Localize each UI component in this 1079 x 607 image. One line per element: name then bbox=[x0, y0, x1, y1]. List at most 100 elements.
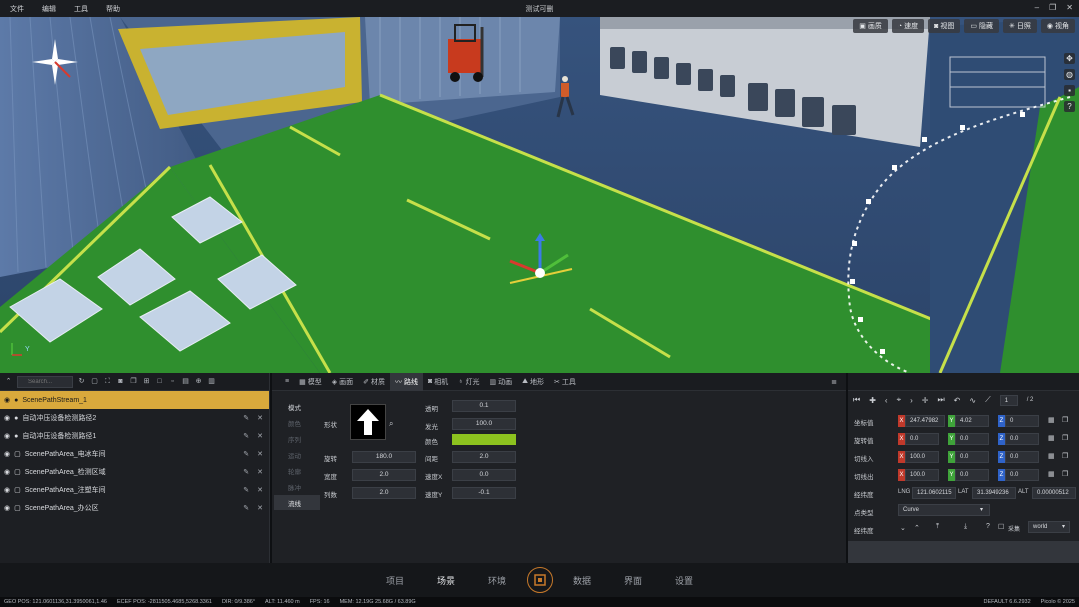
nav-scene[interactable]: 场景 bbox=[421, 574, 472, 587]
panel-menu[interactable]: ≣ bbox=[826, 373, 842, 391]
fit-icon[interactable]: ⛶ bbox=[103, 377, 112, 386]
focus-icon[interactable]: ⌖ bbox=[897, 395, 902, 405]
layout-icon[interactable]: ▤ bbox=[181, 377, 190, 386]
first-icon[interactable]: ⏮ bbox=[853, 395, 860, 405]
menu-tools[interactable]: 工具 bbox=[74, 4, 88, 14]
rotate-field[interactable]: 180.0 bbox=[352, 451, 416, 463]
mode-item[interactable]: 脉冲 bbox=[274, 479, 320, 494]
camera-icon[interactable]: ◙ bbox=[116, 377, 125, 386]
refresh-icon[interactable]: ↻ bbox=[77, 377, 86, 386]
next-icon[interactable]: › bbox=[910, 396, 913, 405]
delete-icon[interactable]: ✕ bbox=[257, 486, 263, 494]
square-outline-icon[interactable]: ▫ bbox=[168, 377, 177, 386]
mode-item[interactable]: 颜色 bbox=[274, 415, 320, 430]
alt-field[interactable]: 0.00000512 bbox=[1032, 487, 1076, 499]
position-x-field[interactable]: 247.47982 bbox=[905, 415, 945, 427]
eye-icon[interactable]: ◉ bbox=[4, 396, 10, 404]
color-swatch[interactable] bbox=[452, 434, 516, 445]
view-button[interactable]: ◙ 视图 bbox=[928, 19, 961, 33]
move-icon[interactable]: ✥ bbox=[1064, 53, 1075, 64]
eye-icon[interactable]: ◉ bbox=[4, 450, 10, 458]
speed-y-field[interactable]: -0.1 bbox=[452, 487, 516, 499]
search-icon[interactable]: ⌕ bbox=[389, 419, 393, 429]
nav-settings[interactable]: 设置 bbox=[659, 574, 710, 587]
copy-icon[interactable]: ❐ bbox=[129, 377, 138, 386]
chevron-down-icon[interactable]: ⌄ bbox=[900, 524, 906, 532]
tab-route[interactable]: 〰路线 bbox=[389, 372, 423, 391]
eye-icon[interactable]: ◉ bbox=[4, 486, 10, 494]
tree-item[interactable]: ◉ ● 自动冲压设备检测路径1 ✎ ✕ bbox=[0, 427, 269, 445]
delete-icon[interactable]: ✕ bbox=[257, 450, 263, 458]
tree-item[interactable]: ◉ ▢ ScenePathArea_办公区 ✎ ✕ bbox=[0, 499, 269, 517]
opacity-field[interactable]: 0.1 bbox=[452, 400, 516, 412]
mode-item[interactable]: 轮廓 bbox=[274, 463, 320, 478]
nav-project[interactable]: 项目 bbox=[370, 574, 421, 587]
tangent-in-z-field[interactable]: 0.0 bbox=[1005, 451, 1039, 463]
minimize-icon[interactable]: – bbox=[1035, 3, 1039, 12]
close-icon[interactable]: ✕ bbox=[1066, 3, 1073, 12]
menu-file[interactable]: 文件 bbox=[10, 4, 24, 14]
record-icon[interactable]: ▪ bbox=[1064, 85, 1075, 96]
edit-icon[interactable]: ✎ bbox=[243, 486, 249, 494]
delete-icon[interactable]: ✕ bbox=[257, 468, 263, 476]
square-icon[interactable]: □ bbox=[155, 377, 164, 386]
grid-icon[interactable]: ▦ bbox=[1048, 452, 1055, 460]
delete-icon[interactable]: ✕ bbox=[257, 414, 263, 422]
eye-icon[interactable]: ◉ bbox=[4, 432, 10, 440]
maximize-icon[interactable]: ❐ bbox=[1049, 3, 1056, 12]
rotation-y-field[interactable]: 0.0 bbox=[955, 433, 989, 445]
add-point-icon[interactable]: ✚ bbox=[869, 396, 876, 405]
grid-icon[interactable]: ⊞ bbox=[142, 377, 151, 386]
position-y-field[interactable]: 4.02 bbox=[955, 415, 989, 427]
tangent-in-x-field[interactable]: 100.0 bbox=[905, 451, 939, 463]
rotation-x-field[interactable]: 0.0 bbox=[905, 433, 939, 445]
rotation-z-field[interactable]: 0.0 bbox=[1005, 433, 1039, 445]
last-icon[interactable]: ⏭ bbox=[937, 395, 944, 405]
tangent-in-y-field[interactable]: 0.0 bbox=[955, 451, 989, 463]
point-type-select[interactable]: Curve ▾ bbox=[898, 504, 990, 516]
mode-item[interactable]: 模式 bbox=[274, 399, 320, 414]
upload-icon[interactable]: ⤒ bbox=[936, 523, 939, 531]
curve-icon[interactable]: ∿ bbox=[969, 396, 976, 405]
line-icon[interactable]: ⟋ bbox=[985, 395, 991, 405]
panel-icon[interactable]: ▥ bbox=[207, 377, 216, 386]
lat-field[interactable]: 31.3949236 bbox=[972, 487, 1016, 499]
tree-item[interactable]: ◉ ▢ ScenePathArea_电冰车间 ✎ ✕ bbox=[0, 445, 269, 463]
nav-data[interactable]: 数据 bbox=[557, 574, 608, 587]
shape-preview[interactable] bbox=[350, 404, 386, 440]
glow-field[interactable]: 100.0 bbox=[452, 418, 516, 430]
undo-icon[interactable]: ↶ bbox=[954, 396, 961, 405]
tab-animation[interactable]: ▥ 动画 bbox=[484, 373, 517, 391]
grid-icon[interactable]: ▦ bbox=[1048, 470, 1055, 478]
add-icon[interactable]: ⊕ bbox=[194, 377, 203, 386]
speed-button[interactable]: ◔ 速度 bbox=[891, 19, 925, 33]
frame-icon[interactable]: ▢ bbox=[90, 377, 99, 386]
quality-button[interactable]: ▣ 画质 bbox=[853, 19, 888, 33]
edit-icon[interactable]: ✎ bbox=[243, 414, 249, 422]
tab-menu[interactable]: ≡ bbox=[280, 373, 294, 391]
edit-icon[interactable]: ✎ bbox=[243, 504, 249, 512]
tab-material[interactable]: ✐ 材质 bbox=[358, 373, 390, 391]
edit-icon[interactable]: ✎ bbox=[243, 450, 249, 458]
tab-light[interactable]: ♁ 灯光 bbox=[453, 373, 484, 391]
3d-viewport[interactable]: Y ▣ 画质 ◔ 速度 ◙ 视图 ▭ 隐藏 ✳ 日照 ◉ 视角 ✥ ◍ ▪ ? bbox=[0, 17, 1079, 373]
tree-item[interactable]: ◉ ● 自动冲压设备检测路径2 ✎ ✕ bbox=[0, 409, 269, 427]
grid-icon[interactable]: ▦ bbox=[1048, 416, 1055, 424]
scene-search-input[interactable] bbox=[17, 375, 73, 388]
delete-icon[interactable]: ✕ bbox=[257, 432, 263, 440]
tangent-out-x-field[interactable]: 100.0 bbox=[905, 469, 939, 481]
tangent-out-z-field[interactable]: 0.0 bbox=[1005, 469, 1039, 481]
tab-model[interactable]: ▦ 模型 bbox=[294, 373, 327, 391]
prev-icon[interactable]: ‹ bbox=[885, 396, 888, 405]
compass-icon[interactable] bbox=[32, 39, 78, 85]
sunlight-button[interactable]: ✳ 日照 bbox=[1003, 19, 1037, 33]
copy-icon[interactable]: ❐ bbox=[1062, 452, 1068, 460]
copy-icon[interactable]: ❐ bbox=[1062, 470, 1068, 478]
delete-icon[interactable]: ✕ bbox=[257, 504, 263, 512]
grid-icon[interactable]: ▦ bbox=[1048, 434, 1055, 442]
lng-field[interactable]: 121.0602115 bbox=[912, 487, 956, 499]
eye-icon[interactable]: ◉ bbox=[4, 414, 10, 422]
chevron-up-icon[interactable]: ⌃ bbox=[914, 524, 920, 532]
mode-item[interactable]: 流线 bbox=[274, 495, 320, 510]
copy-icon[interactable]: ❐ bbox=[1062, 416, 1068, 424]
